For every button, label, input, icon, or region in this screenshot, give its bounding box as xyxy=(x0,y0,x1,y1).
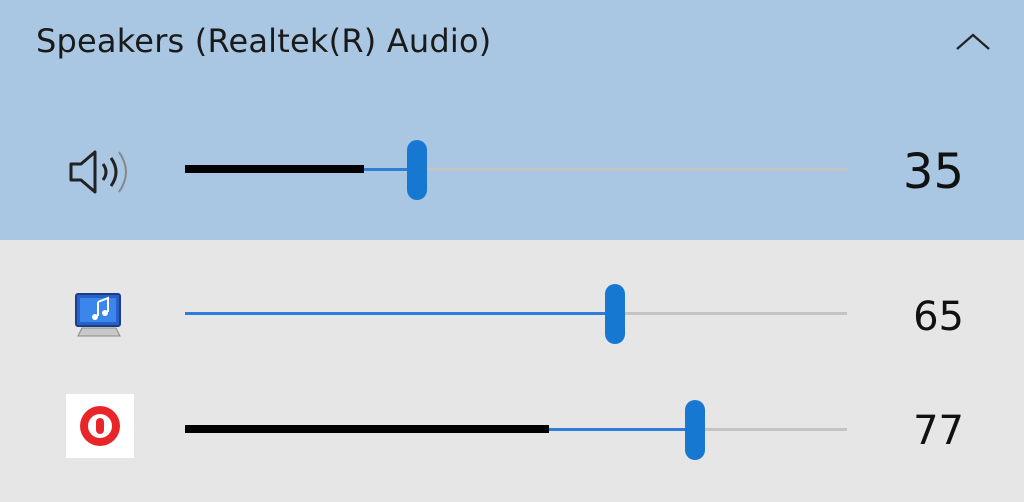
app-volume-row: 65 xyxy=(0,272,1024,362)
slider-thumb[interactable] xyxy=(406,140,427,200)
app-volume-row: 77 xyxy=(0,386,1024,476)
device-header: Speakers (Realtek(R) Audio) 35 xyxy=(0,0,1024,240)
app-volume-value: 65 xyxy=(913,294,964,340)
collapse-button[interactable] xyxy=(948,22,998,62)
master-volume-slider[interactable] xyxy=(185,140,847,200)
app-volume-value: 77 xyxy=(913,408,964,454)
slider-thumb[interactable] xyxy=(684,400,705,460)
speaker-volume-icon[interactable] xyxy=(64,136,136,208)
device-name[interactable]: Speakers (Realtek(R) Audio) xyxy=(36,22,491,60)
volume-mixer-panel: Speakers (Realtek(R) Audio) 35 65 77 xyxy=(0,0,1024,502)
slider-fill xyxy=(185,312,616,315)
app-volume-slider[interactable] xyxy=(185,400,847,460)
peak-meter xyxy=(185,425,550,433)
peak-meter xyxy=(185,165,364,173)
master-volume-value: 35 xyxy=(902,144,964,200)
system-sounds-icon[interactable] xyxy=(64,280,136,352)
slider-thumb[interactable] xyxy=(605,284,626,344)
master-volume-row: 35 xyxy=(0,128,1024,218)
app-record-icon[interactable] xyxy=(66,394,134,458)
app-volume-slider[interactable] xyxy=(185,284,847,344)
chevron-up-icon xyxy=(956,33,990,50)
